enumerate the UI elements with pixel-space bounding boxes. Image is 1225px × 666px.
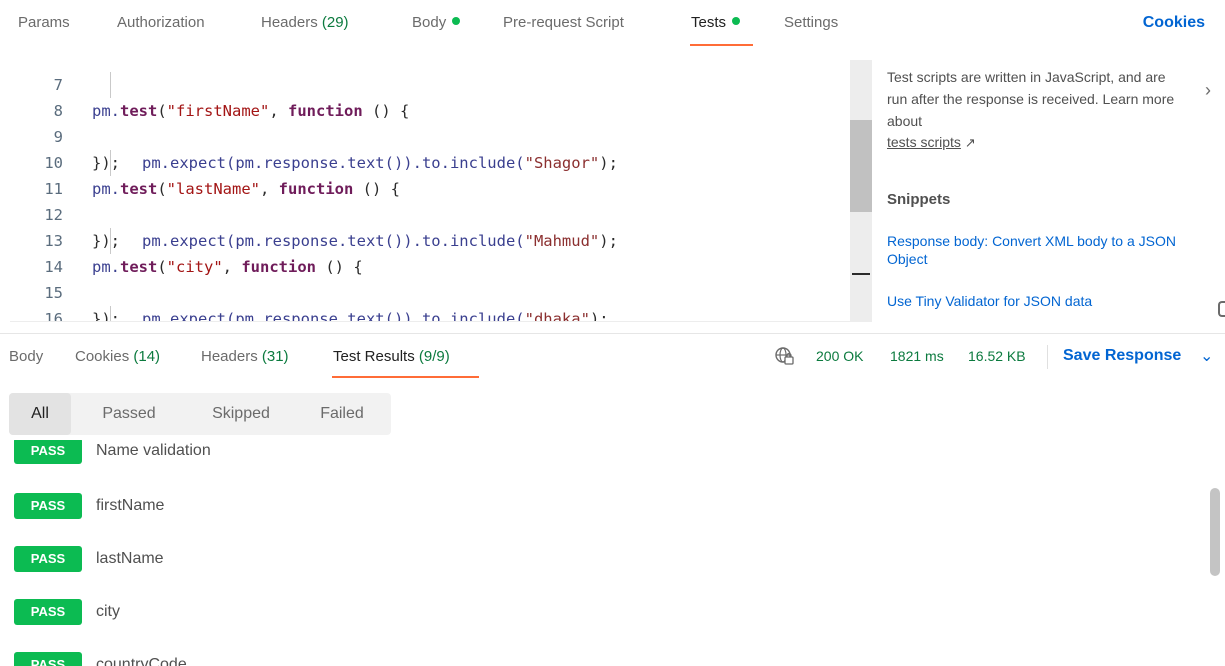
results-scrollbar-thumb[interactable] xyxy=(1210,488,1220,576)
tab-authorization[interactable]: Authorization xyxy=(117,14,205,31)
list-item: PASS city xyxy=(14,599,120,625)
code-line: 14 pm.expect(pm.response.text()).to.incl… xyxy=(10,228,852,321)
indent-guide xyxy=(110,150,111,176)
cookies-link[interactable]: Cookies xyxy=(1143,14,1205,32)
status-badge: PASS xyxy=(14,652,82,666)
test-name: firstName xyxy=(96,497,165,514)
filter-passed[interactable]: Passed xyxy=(87,393,171,435)
tab-settings[interactable]: Settings xyxy=(784,14,838,31)
snippets-title: Snippets xyxy=(887,191,951,208)
test-results-filter: All Passed Skipped Failed xyxy=(9,393,391,435)
external-link-icon: ↗ xyxy=(964,135,976,150)
test-name: countryCode xyxy=(96,656,187,666)
tab-tests[interactable]: Tests xyxy=(691,14,741,31)
request-tabs: Params Authorization Headers (29) Body P… xyxy=(0,0,1225,48)
response-cookies-count: (14) xyxy=(133,348,161,365)
editor-scrollbar-thumb[interactable] xyxy=(850,120,872,212)
code-line: 15 }); xyxy=(10,254,852,321)
test-results-count: (9/9) xyxy=(418,348,450,365)
status-separator xyxy=(1047,345,1048,369)
editor-scroll-marker xyxy=(852,273,870,275)
response-tab-body[interactable]: Body xyxy=(9,348,43,365)
active-tab-indicator xyxy=(690,44,753,46)
status-badge: PASS xyxy=(14,546,82,572)
filter-failed[interactable]: Failed xyxy=(303,393,381,435)
tab-headers[interactable]: Headers (29) xyxy=(261,14,349,31)
tab-pre-request-script[interactable]: Pre-request Script xyxy=(503,14,624,31)
tab-headers-count: (29) xyxy=(321,14,349,31)
chevron-right-icon[interactable]: › xyxy=(1205,80,1211,101)
response-tab-headers[interactable]: Headers (31) xyxy=(201,348,289,365)
response-cookies-label: Cookies xyxy=(75,348,130,365)
status-badge: PASS xyxy=(14,599,82,625)
save-response-button[interactable]: Save Response xyxy=(1063,347,1181,365)
test-name: lastName xyxy=(96,550,164,567)
list-item: PASS countryCode xyxy=(14,652,187,666)
filter-all[interactable]: All xyxy=(9,393,71,435)
response-headers-label: Headers xyxy=(201,348,258,365)
tab-headers-label: Headers xyxy=(261,14,318,31)
status-badge: PASS xyxy=(14,440,82,464)
tests-active-dot xyxy=(732,17,741,25)
response-headers-count: (31) xyxy=(261,348,289,365)
test-name: Name validation xyxy=(96,442,211,459)
code-line: 8 pm.expect(pm.response.text()).to.inclu… xyxy=(10,72,852,172)
tests-scripts-link-row: tests scripts ↗ xyxy=(887,134,1207,152)
code-line: 12 }); xyxy=(10,176,852,250)
indent-guide xyxy=(110,72,111,98)
tests-help-panel: Test scripts are written in JavaScript, … xyxy=(887,66,1207,152)
tests-scripts-link[interactable]: tests scripts xyxy=(887,134,961,150)
code-line: 11 pm.expect(pm.response.text()).to.incl… xyxy=(10,150,852,250)
tab-body-label: Body xyxy=(412,14,447,31)
test-name: city xyxy=(96,603,120,620)
list-item: PASS lastName xyxy=(14,546,164,572)
code-line: 9 }); xyxy=(10,98,852,172)
response-active-tab-indicator xyxy=(332,376,479,378)
code-line: 7 pm.test("firstName", function () { xyxy=(10,60,852,120)
response-size[interactable]: 16.52 KB xyxy=(968,348,1026,364)
code-line: 10 pm.test("lastName", function () { xyxy=(10,124,852,198)
chevron-down-icon[interactable]: ⌄ xyxy=(1200,346,1213,366)
code-line: 17 pm.expect(pm.response.text()).to.incl… xyxy=(10,306,852,321)
pane-divider[interactable] xyxy=(0,333,1225,334)
test-results-label: Test Results xyxy=(333,348,415,365)
panel-edge-handle[interactable] xyxy=(1218,301,1225,317)
list-item: PASS Name validation xyxy=(14,440,211,464)
snippet-tiny-validator[interactable]: Use Tiny Validator for JSON data xyxy=(887,292,1197,310)
indent-guide xyxy=(110,228,111,254)
indent-guide xyxy=(110,306,111,321)
tab-body[interactable]: Body xyxy=(412,14,461,31)
test-script-editor[interactable]: 7 pm.test("firstName", function () { 8 p… xyxy=(10,60,872,322)
status-code[interactable]: 200 OK xyxy=(816,348,863,364)
list-item: PASS firstName xyxy=(14,493,164,519)
status-badge: PASS xyxy=(14,493,82,519)
tests-description: Test scripts are written in JavaScript, … xyxy=(887,69,1175,129)
tab-params[interactable]: Params xyxy=(18,14,70,31)
filter-skipped[interactable]: Skipped xyxy=(191,393,291,435)
code-line: 16 pm.test("countryCode", function () { xyxy=(10,280,852,321)
response-tab-cookies[interactable]: Cookies (14) xyxy=(75,348,160,365)
snippet-convert-xml[interactable]: Response body: Convert XML body to a JSO… xyxy=(887,232,1197,268)
test-results-list: PASS Name validation PASS firstName PASS la… xyxy=(0,440,1225,666)
code-line: 13 pm.test("city", function () { xyxy=(10,202,852,276)
globe-lock-icon[interactable] xyxy=(774,346,794,366)
response-tab-test-results[interactable]: Test Results (9/9) xyxy=(333,348,450,365)
body-active-dot xyxy=(452,17,461,25)
tab-tests-label: Tests xyxy=(691,14,727,31)
response-time[interactable]: 1821 ms xyxy=(890,348,944,364)
